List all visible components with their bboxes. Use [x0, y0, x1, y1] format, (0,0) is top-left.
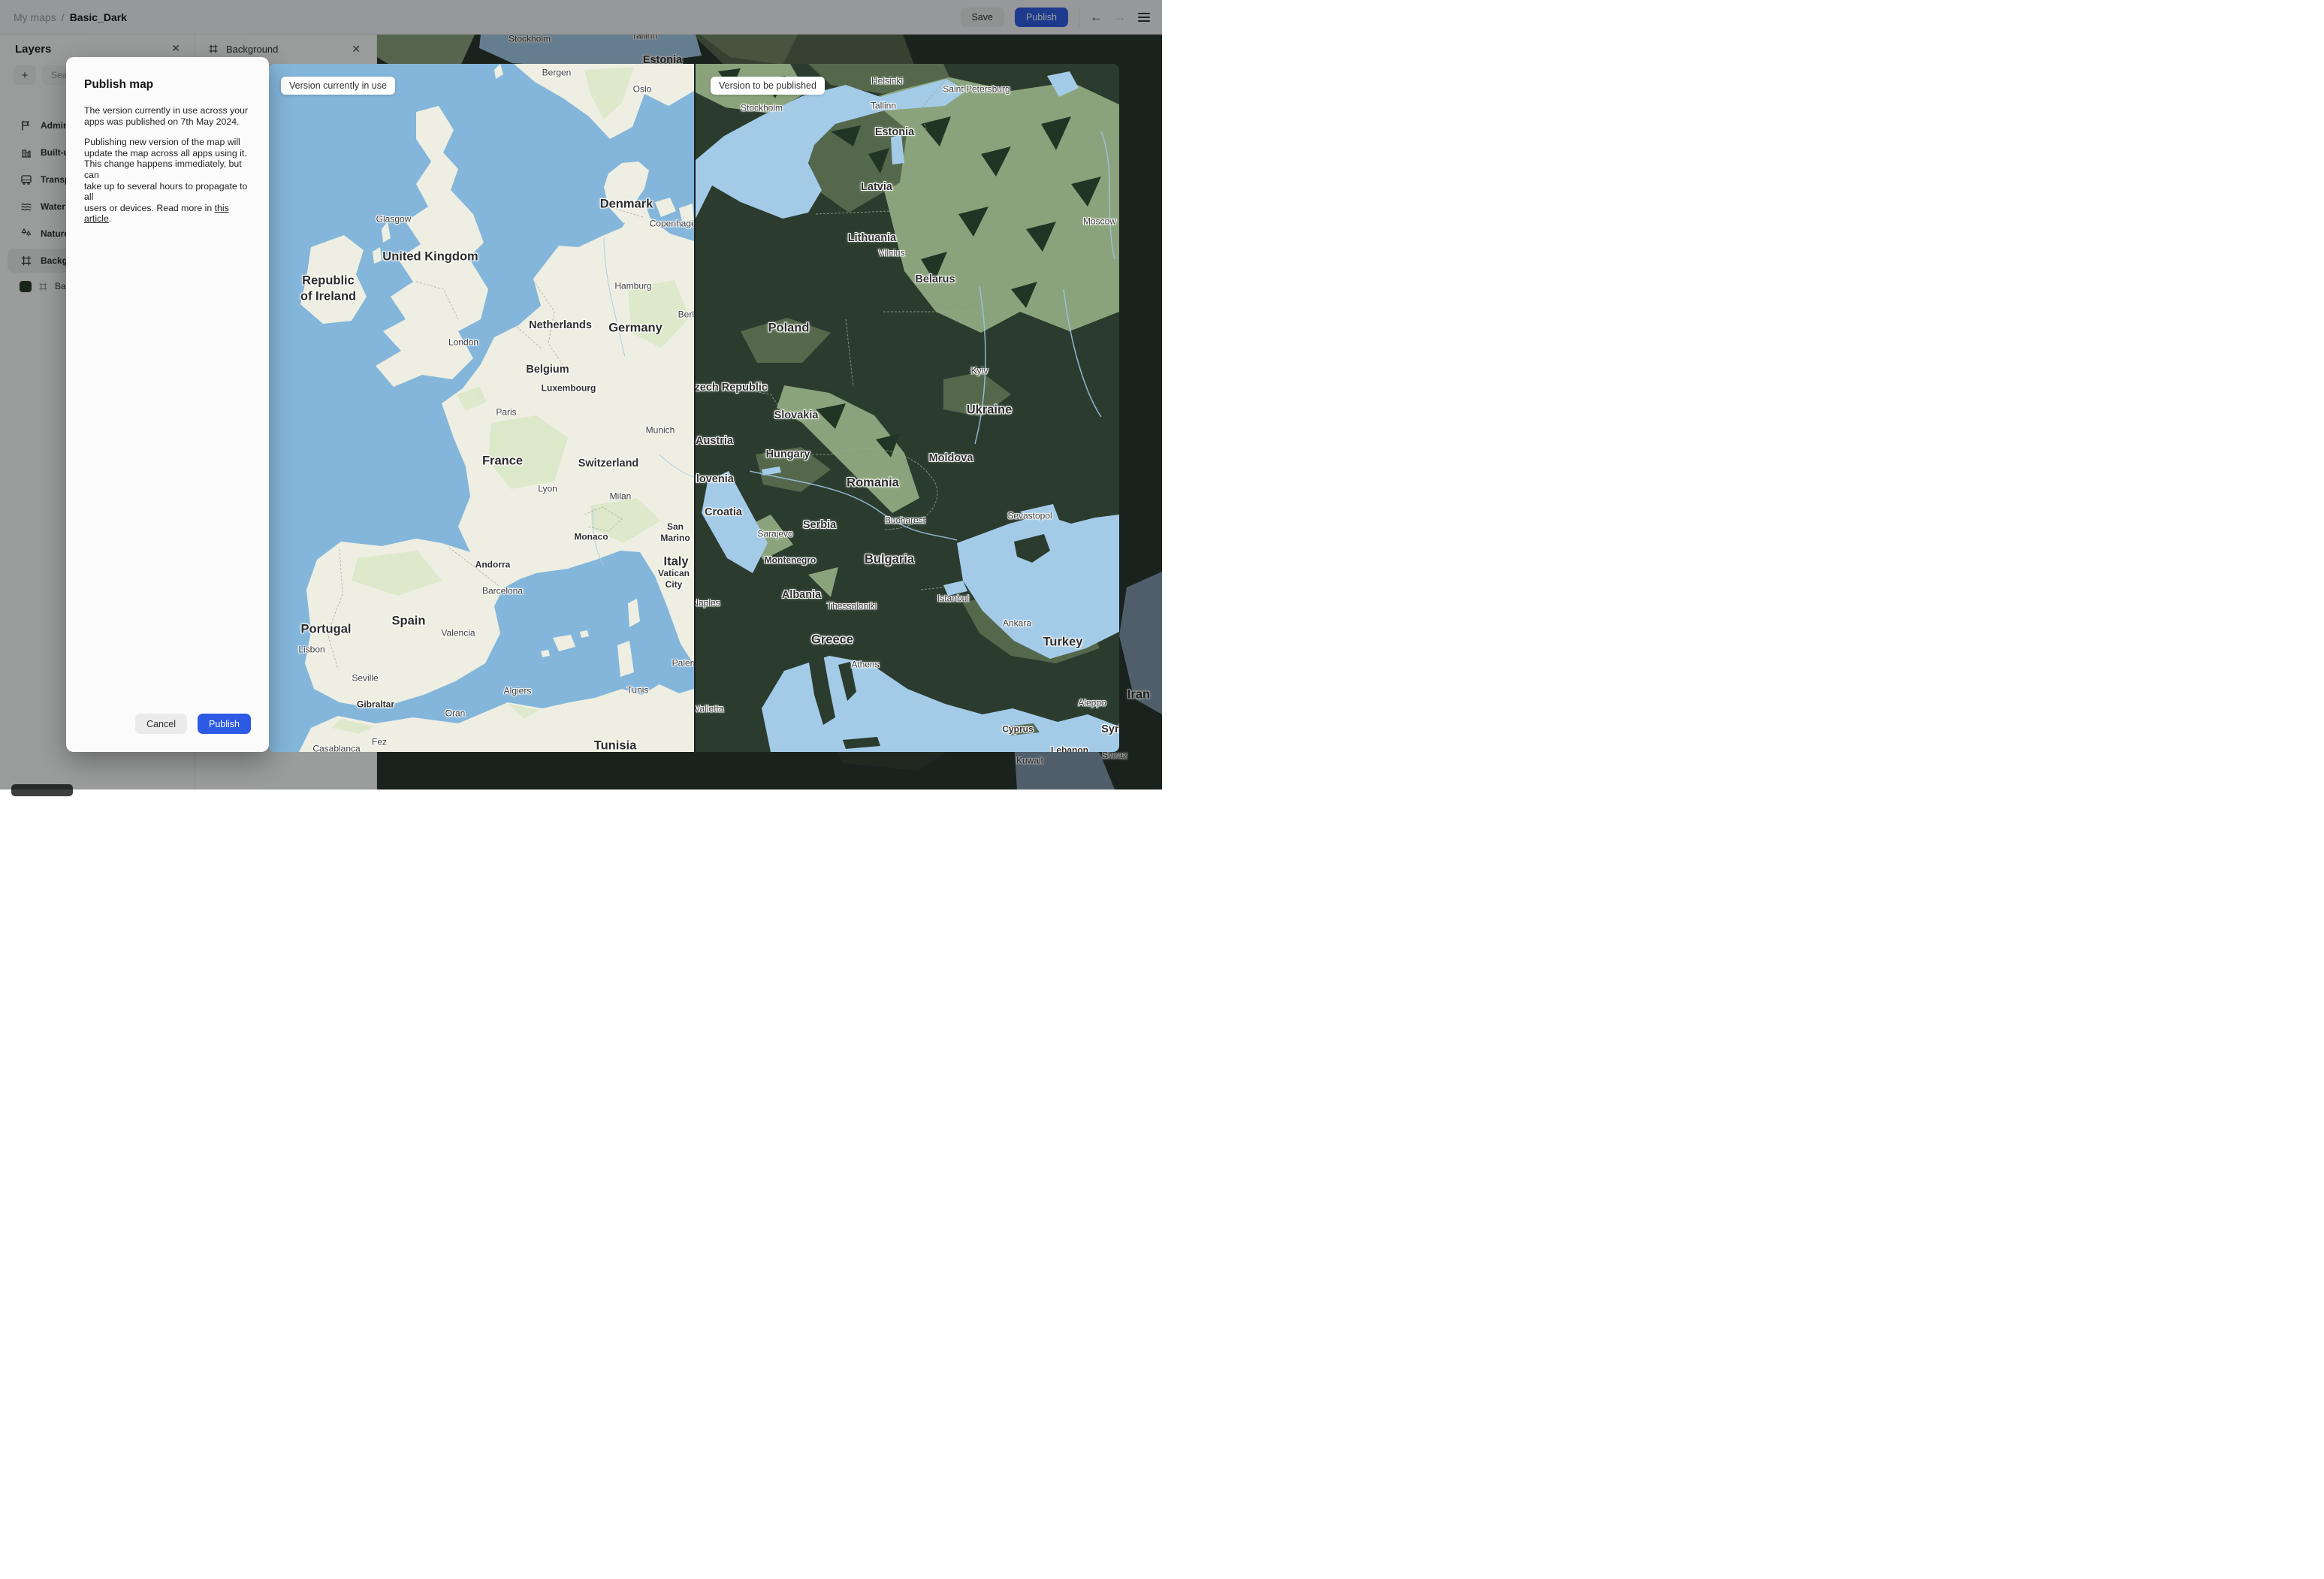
map-preview-new-version[interactable]: Version to be published Helsinki Saint Pe… — [696, 64, 1119, 752]
modal-paragraph-2: Publishing new version of the map will u… — [84, 137, 248, 225]
new-version-badge: Version to be published — [711, 77, 825, 95]
map-preview-current-version[interactable]: Version currently in use Bergen Oslo Glasg… — [269, 64, 694, 752]
cancel-button[interactable]: Cancel — [135, 714, 187, 734]
publish-map-modal: Publish map The version currently in use… — [66, 57, 269, 752]
current-version-badge: Version currently in use — [281, 77, 395, 95]
modal-title: Publish map — [84, 78, 154, 91]
compare-slider-divider[interactable] — [694, 64, 696, 752]
modal-paragraph-1: The version currently in use across your… — [84, 105, 249, 127]
light-map-art — [269, 64, 694, 752]
publish-button-modal[interactable]: Publish — [198, 714, 251, 734]
dark-map-art — [696, 64, 1119, 752]
